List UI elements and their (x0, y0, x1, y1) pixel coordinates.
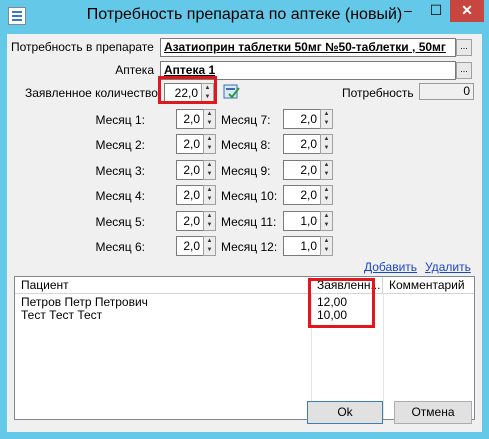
spin-down-icon[interactable]: ▼ (321, 221, 332, 230)
dialog-body: Потребность в препарате Азатиоприн табле… (7, 34, 482, 432)
month-8-input[interactable]: 2,0 (283, 134, 321, 154)
comment-cell (383, 309, 474, 322)
month-9-input[interactable]: 2,0 (283, 160, 321, 180)
declared-quantity-highlight (158, 76, 217, 104)
need-value: 0 (419, 83, 474, 100)
month-11-input[interactable]: 1,0 (283, 211, 321, 231)
spin-down-icon[interactable]: ▼ (204, 246, 215, 255)
month-5-spin-buttons[interactable]: ▲ ▼ (203, 211, 216, 231)
month-2-input[interactable]: 2,0 (176, 134, 204, 154)
spin-down-icon[interactable]: ▼ (204, 119, 215, 128)
month-1-input[interactable]: 2,0 (176, 109, 204, 129)
spin-up-icon[interactable]: ▲ (204, 237, 215, 246)
minimize-button[interactable]: – (394, 0, 422, 22)
month-5-label: Месяц 5: (95, 215, 145, 229)
need-label: Потребность (342, 86, 414, 100)
comment-cell (383, 296, 474, 309)
month-12-label: Месяц 12: (221, 240, 278, 254)
spin-up-icon[interactable]: ▲ (321, 237, 332, 246)
table-header: Пациент Заявленн... Комментарий (15, 277, 474, 294)
column-header-patient[interactable]: Пациент (15, 277, 311, 293)
month-10-label: Месяц 10: (221, 189, 278, 203)
spin-up-icon[interactable]: ▲ (321, 212, 332, 221)
spin-up-icon[interactable]: ▲ (321, 186, 332, 195)
spin-down-icon[interactable]: ▼ (204, 144, 215, 153)
month-3-input[interactable]: 2,0 (176, 160, 204, 180)
spin-down-icon[interactable]: ▼ (204, 170, 215, 179)
month-7-input[interactable]: 2,0 (283, 109, 321, 129)
spin-down-icon[interactable]: ▼ (204, 195, 215, 204)
spin-up-icon[interactable]: ▲ (204, 161, 215, 170)
spin-down-icon[interactable]: ▼ (321, 195, 332, 204)
month-8-label: Месяц 8: (221, 138, 271, 152)
month-12-input[interactable]: 1,0 (283, 236, 321, 256)
month-6-spin-buttons[interactable]: ▲ ▼ (203, 236, 216, 256)
add-link[interactable]: Добавить (364, 260, 417, 274)
month-11-spin-buttons[interactable]: ▲ ▼ (320, 211, 333, 231)
title-bar[interactable]: Потребность препарата по аптеке (новый) … (0, 0, 489, 34)
dialog-window: Потребность препарата по аптеке (новый) … (0, 0, 489, 439)
spin-up-icon[interactable]: ▲ (204, 135, 215, 144)
month-10-spin-buttons[interactable]: ▲ ▼ (320, 185, 333, 205)
pharmacy-label: Аптека (115, 63, 154, 77)
month-12-spin-buttons[interactable]: ▲ ▼ (320, 236, 333, 256)
spin-down-icon[interactable]: ▼ (321, 119, 332, 128)
column-header-comment[interactable]: Комментарий (383, 277, 474, 293)
spin-down-icon[interactable]: ▼ (204, 221, 215, 230)
spin-down-icon[interactable]: ▼ (321, 170, 332, 179)
cancel-button[interactable]: Отмена (394, 401, 472, 424)
maximize-button[interactable]: ☐ (422, 0, 450, 22)
patient-cell: Тест Тест Тест (21, 308, 103, 322)
month-4-label: Месяц 4: (95, 189, 145, 203)
pharmacy-lookup-button[interactable]: ... (456, 62, 472, 79)
month-5-input[interactable]: 2,0 (176, 211, 204, 231)
month-1-label: Месяц 1: (95, 113, 145, 127)
spin-up-icon[interactable]: ▲ (321, 135, 332, 144)
spin-up-icon[interactable]: ▲ (204, 186, 215, 195)
declared-quantity-label: Заявленное количество (25, 86, 158, 100)
spin-up-icon[interactable]: ▲ (204, 110, 215, 119)
spin-up-icon[interactable]: ▲ (321, 161, 332, 170)
preparation-lookup-button[interactable]: ... (456, 39, 472, 56)
month-6-input[interactable]: 2,0 (176, 236, 204, 256)
recalculate-icon[interactable] (223, 82, 241, 100)
month-4-input[interactable]: 2,0 (176, 185, 204, 205)
delete-link[interactable]: Удалить (425, 260, 471, 274)
month-2-label: Месяц 2: (95, 138, 145, 152)
month-9-label: Месяц 9: (221, 164, 271, 178)
month-6-label: Месяц 6: (95, 240, 145, 254)
month-3-label: Месяц 3: (95, 164, 145, 178)
month-7-label: Месяц 7: (221, 113, 271, 127)
month-2-spin-buttons[interactable]: ▲ ▼ (203, 134, 216, 154)
ok-button[interactable]: Ok (307, 401, 383, 424)
spin-down-icon[interactable]: ▼ (321, 246, 332, 255)
month-4-spin-buttons[interactable]: ▲ ▼ (203, 185, 216, 205)
month-8-spin-buttons[interactable]: ▲ ▼ (320, 134, 333, 154)
preparation-field[interactable]: Азатиоприн таблетки 50мг №50-таблетки , … (160, 38, 456, 57)
month-11-label: Месяц 11: (221, 215, 277, 229)
preparation-label: Потребность в препарате (11, 40, 154, 54)
table-row[interactable]: Тест Тест Тест 10,00 (15, 308, 474, 322)
spin-up-icon[interactable]: ▲ (321, 110, 332, 119)
spin-down-icon[interactable]: ▼ (321, 144, 332, 153)
patients-table[interactable]: Пациент Заявленн... Комментарий Петров П… (14, 276, 475, 420)
declared-column-highlight (308, 278, 375, 328)
month-10-input[interactable]: 2,0 (283, 185, 321, 205)
close-button[interactable]: ✕ (450, 0, 484, 22)
month-1-spin-buttons[interactable]: ▲ ▼ (203, 109, 216, 129)
month-7-spin-buttons[interactable]: ▲ ▼ (320, 109, 333, 129)
month-3-spin-buttons[interactable]: ▲ ▼ (203, 160, 216, 180)
spin-up-icon[interactable]: ▲ (204, 212, 215, 221)
month-9-spin-buttons[interactable]: ▲ ▼ (320, 160, 333, 180)
